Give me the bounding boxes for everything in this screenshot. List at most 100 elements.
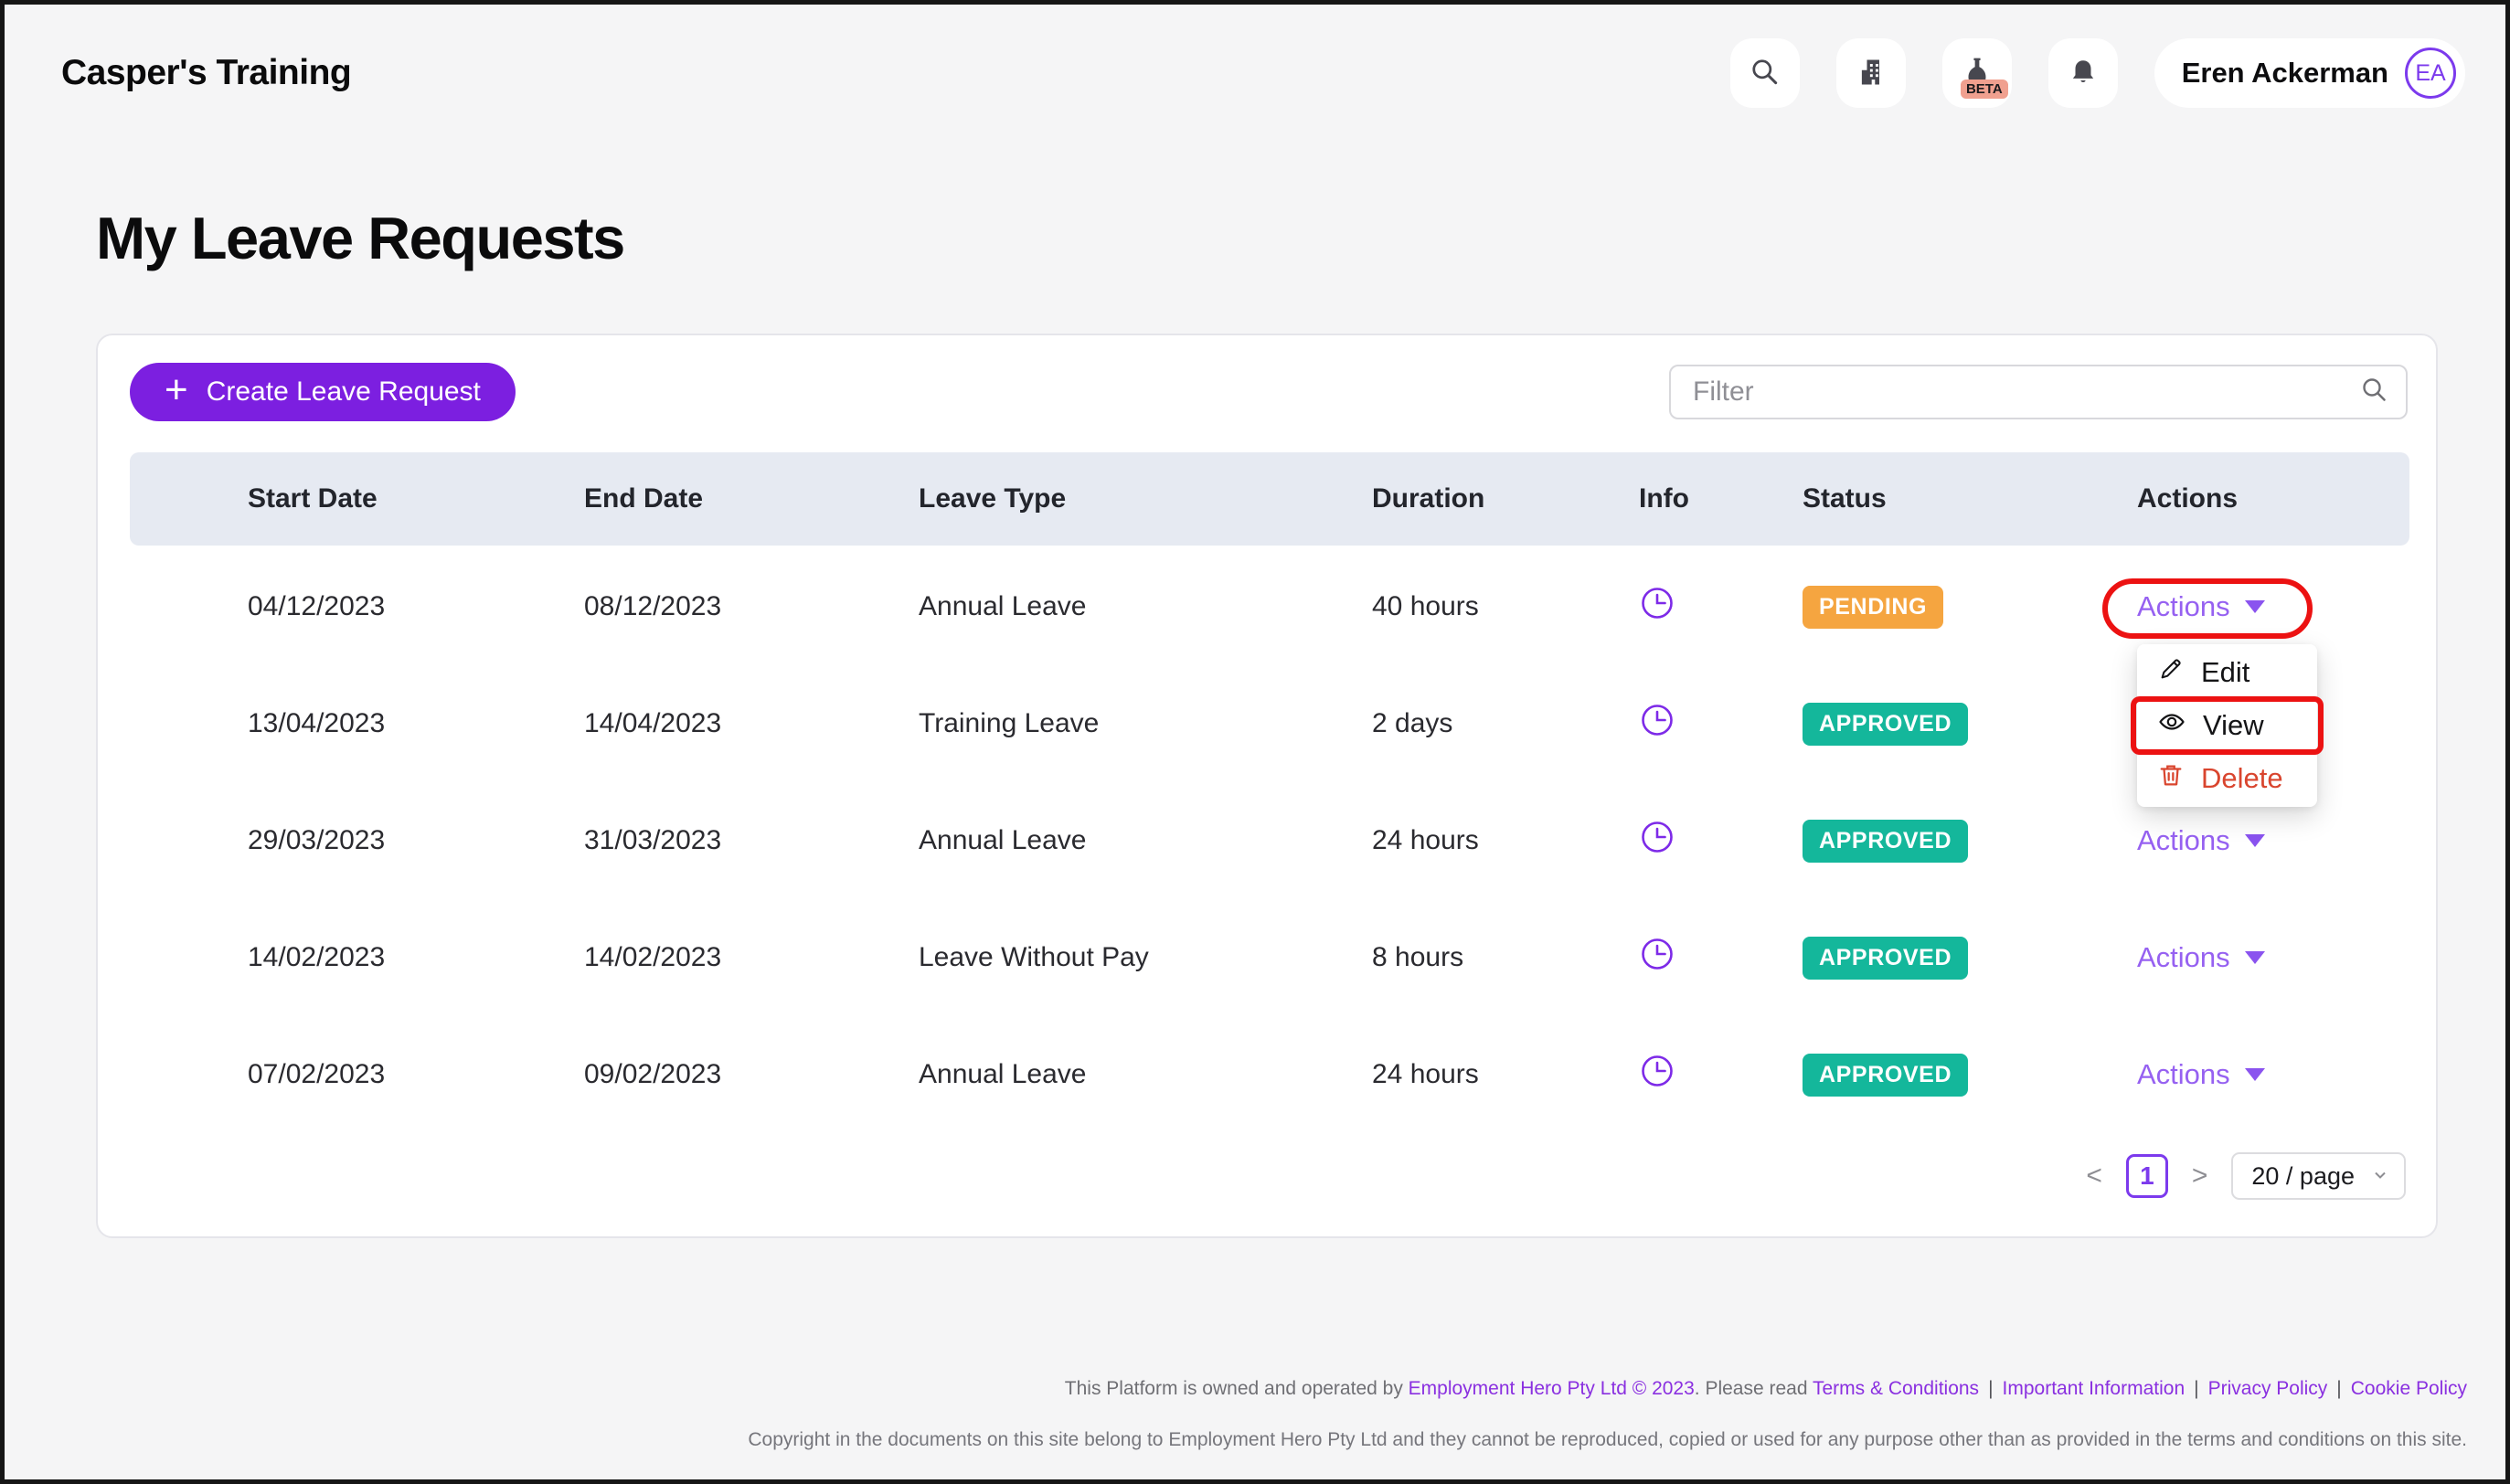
cell-status: APPROVED [1803, 703, 2137, 746]
cell-leave-type: Leave Without Pay [919, 942, 1372, 973]
pencil-icon [2157, 655, 2185, 690]
info-clock-icon[interactable] [1639, 936, 1803, 980]
cell-leave-type: Annual Leave [919, 1059, 1372, 1090]
search-icon [1750, 57, 1781, 90]
footer-link-privacy-policy[interactable]: Privacy Policy [2208, 1378, 2328, 1399]
info-clock-icon[interactable] [1639, 585, 1803, 629]
table-header: Start Date End Date Leave Type Duration … [130, 452, 2409, 546]
cell-actions: Actions [2137, 1058, 2409, 1091]
actions-label: Actions [2137, 941, 2230, 974]
menu-item-label: View [2203, 709, 2264, 742]
status-badge: APPROVED [1803, 703, 1968, 746]
footer-copyright-line: Copyright in the documents on this site … [748, 1429, 2467, 1451]
chevron-down-icon [2245, 834, 2265, 847]
menu-item-view[interactable]: View [2137, 699, 2317, 752]
menu-item-edit[interactable]: Edit [2137, 646, 2317, 699]
actions-label: Actions [2137, 590, 2230, 623]
footer-link-cookie-policy[interactable]: Cookie Policy [2351, 1378, 2467, 1399]
filter-search-icon [2360, 376, 2389, 409]
column-header-status: Status [1803, 483, 2137, 514]
create-leave-request-label: Create Leave Request [207, 376, 481, 408]
cell-start-date: 13/04/2023 [248, 708, 584, 739]
actions-dropdown-button[interactable]: Actions [2137, 590, 2265, 623]
labs-beta-button[interactable]: BETA [1942, 38, 2012, 108]
page-size-value: 20 / page [2251, 1162, 2355, 1191]
cell-actions: Actions [2137, 941, 2409, 974]
beta-badge: BETA [1961, 80, 2008, 99]
footer-link-important-information[interactable]: Important Information [2003, 1378, 2186, 1399]
actions-label: Actions [2137, 824, 2230, 857]
footer-link-company[interactable]: Employment Hero Pty Ltd © 2023 [1409, 1378, 1695, 1399]
footer-legal-line: This Platform is owned and operated by E… [1065, 1378, 2467, 1400]
chevron-down-icon [2245, 1068, 2265, 1081]
table-row: 14/02/2023 14/02/2023 Leave Without Pay … [130, 899, 2409, 1016]
cell-actions: Actions [2137, 590, 2409, 623]
info-clock-icon[interactable] [1639, 702, 1803, 746]
column-header-info: Info [1639, 483, 1803, 514]
cell-actions: Actions [2137, 824, 2409, 857]
cell-start-date: 07/02/2023 [248, 1059, 584, 1090]
trash-icon [2157, 761, 2185, 796]
column-header-duration: Duration [1372, 483, 1639, 514]
actions-dropdown-button[interactable]: Actions [2137, 824, 2265, 857]
company-button[interactable] [1836, 38, 1906, 108]
status-badge: APPROVED [1803, 937, 1968, 980]
page-title: My Leave Requests [96, 204, 624, 272]
column-header-actions: Actions [2137, 483, 2409, 514]
filter-input[interactable] [1691, 376, 2360, 408]
footer-separator: | [2336, 1378, 2341, 1399]
pagination-prev-button[interactable]: < [2086, 1161, 2102, 1192]
table-row: 29/03/2023 31/03/2023 Annual Leave 24 ho… [130, 782, 2409, 899]
notifications-button[interactable] [2048, 38, 2118, 108]
cell-duration: 24 hours [1372, 825, 1639, 856]
user-menu[interactable]: Eren Ackerman EA [2154, 38, 2465, 108]
top-bar: Casper's Training BETA [5, 5, 2505, 142]
pagination-page-1[interactable]: 1 [2126, 1154, 2168, 1198]
cell-leave-type: Annual Leave [919, 825, 1372, 856]
app-window: Casper's Training BETA [0, 0, 2510, 1484]
cell-duration: 2 days [1372, 708, 1639, 739]
menu-item-delete[interactable]: Delete [2137, 752, 2317, 805]
info-clock-icon[interactable] [1639, 819, 1803, 863]
actions-dropdown-button[interactable]: Actions [2137, 1058, 2265, 1091]
avatar: EA [2405, 48, 2456, 99]
cell-start-date: 29/03/2023 [248, 825, 584, 856]
eye-icon [2157, 707, 2186, 744]
pagination-next-button[interactable]: > [2192, 1161, 2208, 1192]
info-clock-icon[interactable] [1639, 1053, 1803, 1097]
app-title: Casper's Training [61, 53, 351, 93]
chevron-down-icon [2245, 600, 2265, 613]
cell-end-date: 08/12/2023 [584, 591, 919, 622]
cell-duration: 8 hours [1372, 942, 1639, 973]
cell-leave-type: Annual Leave [919, 591, 1372, 622]
footer-separator: | [2194, 1378, 2198, 1399]
footer-text: This Platform is owned and operated by [1065, 1378, 1409, 1399]
table-row: 04/12/2023 08/12/2023 Annual Leave 40 ho… [130, 548, 2409, 665]
table-row: 07/02/2023 09/02/2023 Annual Leave 24 ho… [130, 1016, 2409, 1133]
bell-icon [2068, 57, 2099, 90]
status-badge: APPROVED [1803, 1054, 1968, 1097]
actions-dropdown-button[interactable]: Actions [2137, 941, 2265, 974]
actions-label: Actions [2137, 1058, 2230, 1091]
company-building-icon [1855, 56, 1888, 91]
card-toolbar: + Create Leave Request [130, 363, 2408, 421]
footer-link-terms[interactable]: Terms & Conditions [1813, 1378, 1979, 1399]
chevron-down-icon [2245, 951, 2265, 964]
column-header-leave-type: Leave Type [919, 483, 1372, 514]
page-size-select[interactable]: 20 / page [2231, 1152, 2406, 1200]
column-header-start-date: Start Date [248, 483, 584, 514]
table-body: 04/12/2023 08/12/2023 Annual Leave 40 ho… [130, 548, 2409, 1133]
cell-start-date: 04/12/2023 [248, 591, 584, 622]
search-button[interactable] [1730, 38, 1800, 108]
top-bar-actions: BETA Eren Ackerman EA [1694, 38, 2465, 108]
status-badge: APPROVED [1803, 820, 1968, 863]
cell-start-date: 14/02/2023 [248, 942, 584, 973]
cell-duration: 24 hours [1372, 1059, 1639, 1090]
cell-end-date: 31/03/2023 [584, 825, 919, 856]
user-name: Eren Ackerman [2182, 57, 2388, 90]
footer-separator: | [1988, 1378, 1993, 1399]
create-leave-request-button[interactable]: + Create Leave Request [130, 363, 516, 421]
menu-item-label: Edit [2201, 656, 2249, 689]
cell-duration: 40 hours [1372, 591, 1639, 622]
cell-end-date: 14/04/2023 [584, 708, 919, 739]
